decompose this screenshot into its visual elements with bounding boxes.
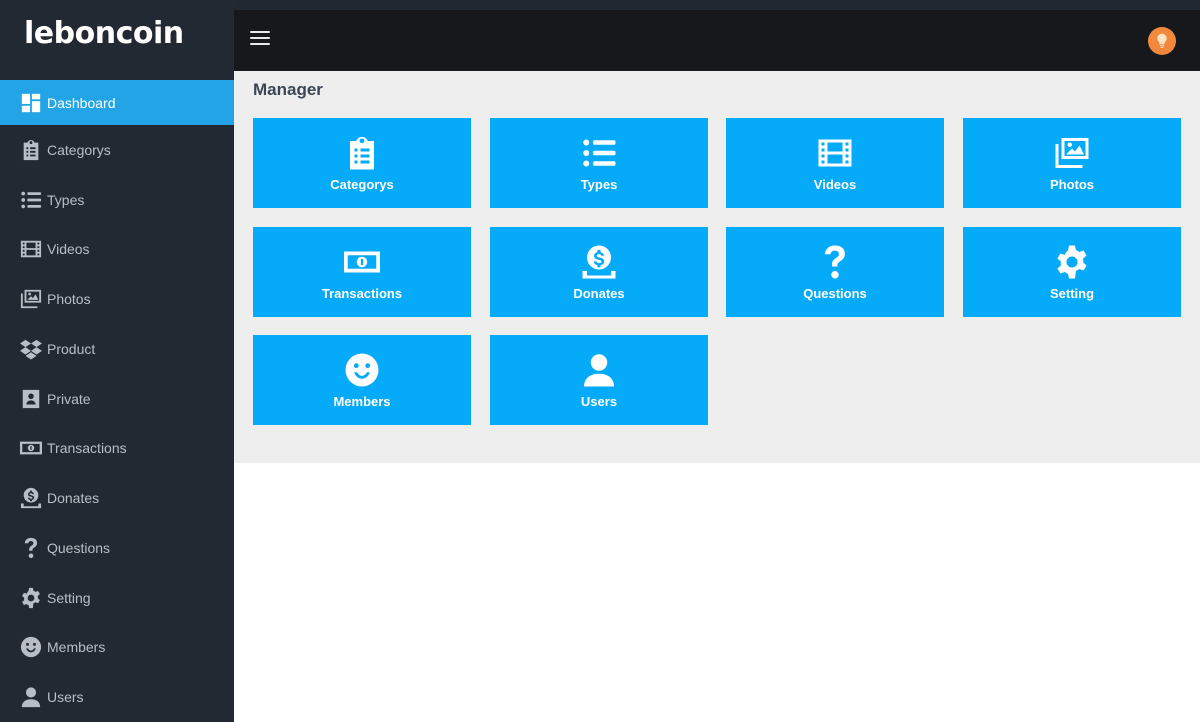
page-title: Manager — [253, 80, 323, 99]
gear-icon — [1052, 244, 1092, 280]
images-icon — [1052, 135, 1092, 171]
sidebar-item-transactions[interactable]: Transactions — [0, 424, 234, 474]
tile-types[interactable]: Types — [490, 118, 708, 208]
sidebar-item-categorys[interactable]: Categorys — [0, 125, 234, 175]
tile-label: Photos — [1049, 176, 1095, 192]
sidebar-item-label: Dashboard — [47, 94, 116, 111]
donate-icon — [18, 487, 44, 509]
sidebar-item-label: Product — [47, 340, 96, 357]
clipboard-list-icon — [18, 139, 44, 161]
sidebar-item-users[interactable]: Users — [0, 672, 234, 722]
tile-transactions[interactable]: Transactions — [253, 227, 471, 317]
tile-videos[interactable]: Videos — [726, 118, 944, 208]
sidebar-item-private[interactable]: Private — [0, 374, 234, 424]
list-icon — [579, 135, 619, 171]
brand-logo[interactable]: leboncoin — [24, 16, 184, 51]
smile-icon — [342, 352, 382, 388]
sidebar-item-label: Videos — [47, 241, 90, 258]
film-icon — [18, 238, 44, 260]
question-icon — [815, 244, 855, 280]
tile-categorys[interactable]: Categorys — [253, 118, 471, 208]
money-bill-icon — [18, 437, 44, 459]
sidebar-item-label: Members — [47, 639, 106, 656]
tile-setting[interactable]: Setting — [963, 227, 1181, 317]
lightbulb-icon — [1154, 33, 1170, 49]
sidebar-item-label: Donates — [47, 490, 100, 507]
tile-label: Members — [333, 393, 391, 409]
money-bill-icon — [342, 244, 382, 280]
images-icon — [18, 288, 44, 310]
tile-label: Setting — [1049, 285, 1095, 301]
sidebar-item-members[interactable]: Members — [0, 623, 234, 673]
hamburger-icon[interactable] — [250, 31, 270, 49]
tile-label: Transactions — [321, 285, 403, 301]
main-content: Manager Categorys Types Videos Photos Tr… — [234, 71, 1200, 463]
tile-label: Donates — [573, 285, 625, 301]
sidebar-item-label: Types — [47, 191, 85, 208]
top-bar — [234, 10, 1200, 71]
sidebar-item-questions[interactable]: Questions — [0, 523, 234, 573]
sidebar: leboncoin Dashboard Categorys Types Vide… — [0, 0, 234, 722]
tile-label: Categorys — [330, 176, 394, 192]
list-icon — [18, 189, 44, 211]
tile-label: Videos — [813, 176, 857, 192]
sidebar-item-donates[interactable]: Donates — [0, 473, 234, 523]
film-icon — [815, 135, 855, 171]
tile-label: Types — [580, 176, 618, 192]
tile-questions[interactable]: Questions — [726, 227, 944, 317]
user-icon — [18, 686, 44, 708]
sidebar-item-label: Users — [47, 689, 84, 706]
tile-photos[interactable]: Photos — [963, 118, 1181, 208]
sidebar-item-types[interactable]: Types — [0, 175, 234, 225]
clipboard-list-icon — [342, 135, 382, 171]
smile-icon — [18, 636, 44, 658]
tile-donates[interactable]: Donates — [490, 227, 708, 317]
sidebar-item-label: Categorys — [47, 141, 111, 158]
contact-card-icon — [18, 388, 44, 410]
gear-icon — [18, 587, 44, 609]
sidebar-item-dashboard[interactable]: Dashboard — [0, 80, 234, 125]
question-icon — [18, 537, 44, 559]
sidebar-item-label: Setting — [47, 589, 91, 606]
tile-label: Questions — [803, 285, 867, 301]
sidebar-item-setting[interactable]: Setting — [0, 573, 234, 623]
tile-users[interactable]: Users — [490, 335, 708, 425]
sidebar-item-videos[interactable]: Videos — [0, 225, 234, 275]
tile-label: Users — [580, 393, 618, 409]
dropbox-icon — [18, 338, 44, 360]
donate-icon — [579, 244, 619, 280]
sidebar-item-photos[interactable]: Photos — [0, 274, 234, 324]
tile-members[interactable]: Members — [253, 335, 471, 425]
user-icon — [579, 352, 619, 388]
sidebar-item-product[interactable]: Product — [0, 324, 234, 374]
sidebar-item-label: Private — [47, 390, 91, 407]
user-avatar[interactable] — [1148, 27, 1176, 55]
dashboard-icon — [18, 92, 44, 114]
sidebar-item-label: Transactions — [47, 440, 127, 457]
sidebar-nav: Dashboard Categorys Types Videos Photos … — [0, 80, 234, 722]
sidebar-item-label: Photos — [47, 291, 91, 308]
sidebar-item-label: Questions — [47, 539, 111, 556]
